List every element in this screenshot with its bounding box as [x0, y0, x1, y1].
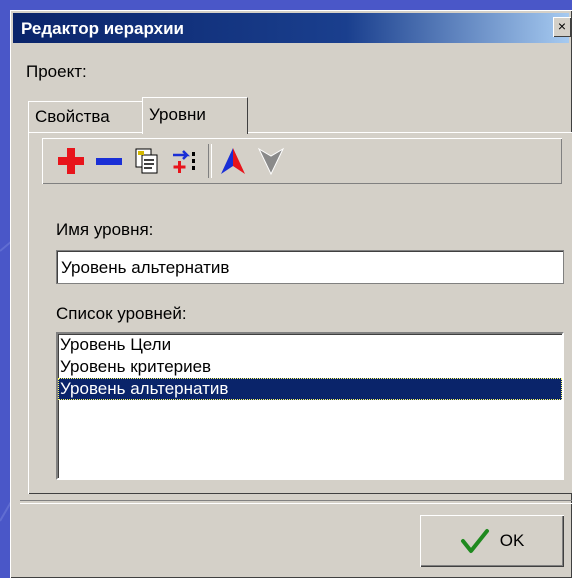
move-down-button[interactable]	[254, 144, 288, 178]
toolbar-separator	[208, 144, 212, 178]
add-level-button[interactable]	[54, 144, 88, 178]
remove-icon	[96, 158, 122, 165]
insert-level-button[interactable]	[168, 144, 202, 178]
toolbar	[42, 138, 562, 184]
close-button[interactable]: ×	[553, 17, 571, 37]
levels-listbox[interactable]: Уровень Цели Уровень критериев Уровень а…	[56, 332, 564, 480]
title-bar[interactable]: Редактор иерархии ×	[13, 13, 571, 43]
tab-levels[interactable]: Уровни	[142, 97, 248, 134]
list-item[interactable]: Уровень критериев	[58, 356, 562, 378]
list-item[interactable]: Уровень Цели	[58, 334, 562, 356]
ok-button-label: OK	[499, 531, 525, 550]
move-down-icon	[257, 147, 285, 176]
remove-level-button[interactable]	[92, 144, 126, 178]
add-icon	[58, 148, 84, 174]
move-up-button[interactable]	[216, 144, 250, 178]
levels-tab-panel: Имя уровня: Уровень альтернатив Список у…	[28, 132, 572, 494]
ok-button[interactable]: OK	[420, 515, 564, 567]
insert-level-icon	[173, 150, 195, 173]
level-name-label: Имя уровня:	[56, 220, 154, 239]
checkmark-icon	[460, 529, 489, 553]
levels-list-label: Список уровней:	[56, 304, 187, 323]
move-up-icon	[221, 148, 245, 174]
list-item-selected[interactable]: Уровень альтернатив	[58, 378, 562, 400]
project-label: Проект:	[26, 62, 87, 81]
hierarchy-editor-dialog: Редактор иерархии × Проект: Свойства Уро…	[10, 10, 572, 578]
copy-icon	[135, 148, 158, 174]
tab-properties[interactable]: Свойства	[28, 101, 154, 132]
window-title: Редактор иерархии	[21, 19, 184, 38]
copy-level-button[interactable]	[130, 144, 164, 178]
divider	[20, 500, 572, 504]
level-name-input[interactable]: Уровень альтернатив	[56, 250, 564, 284]
